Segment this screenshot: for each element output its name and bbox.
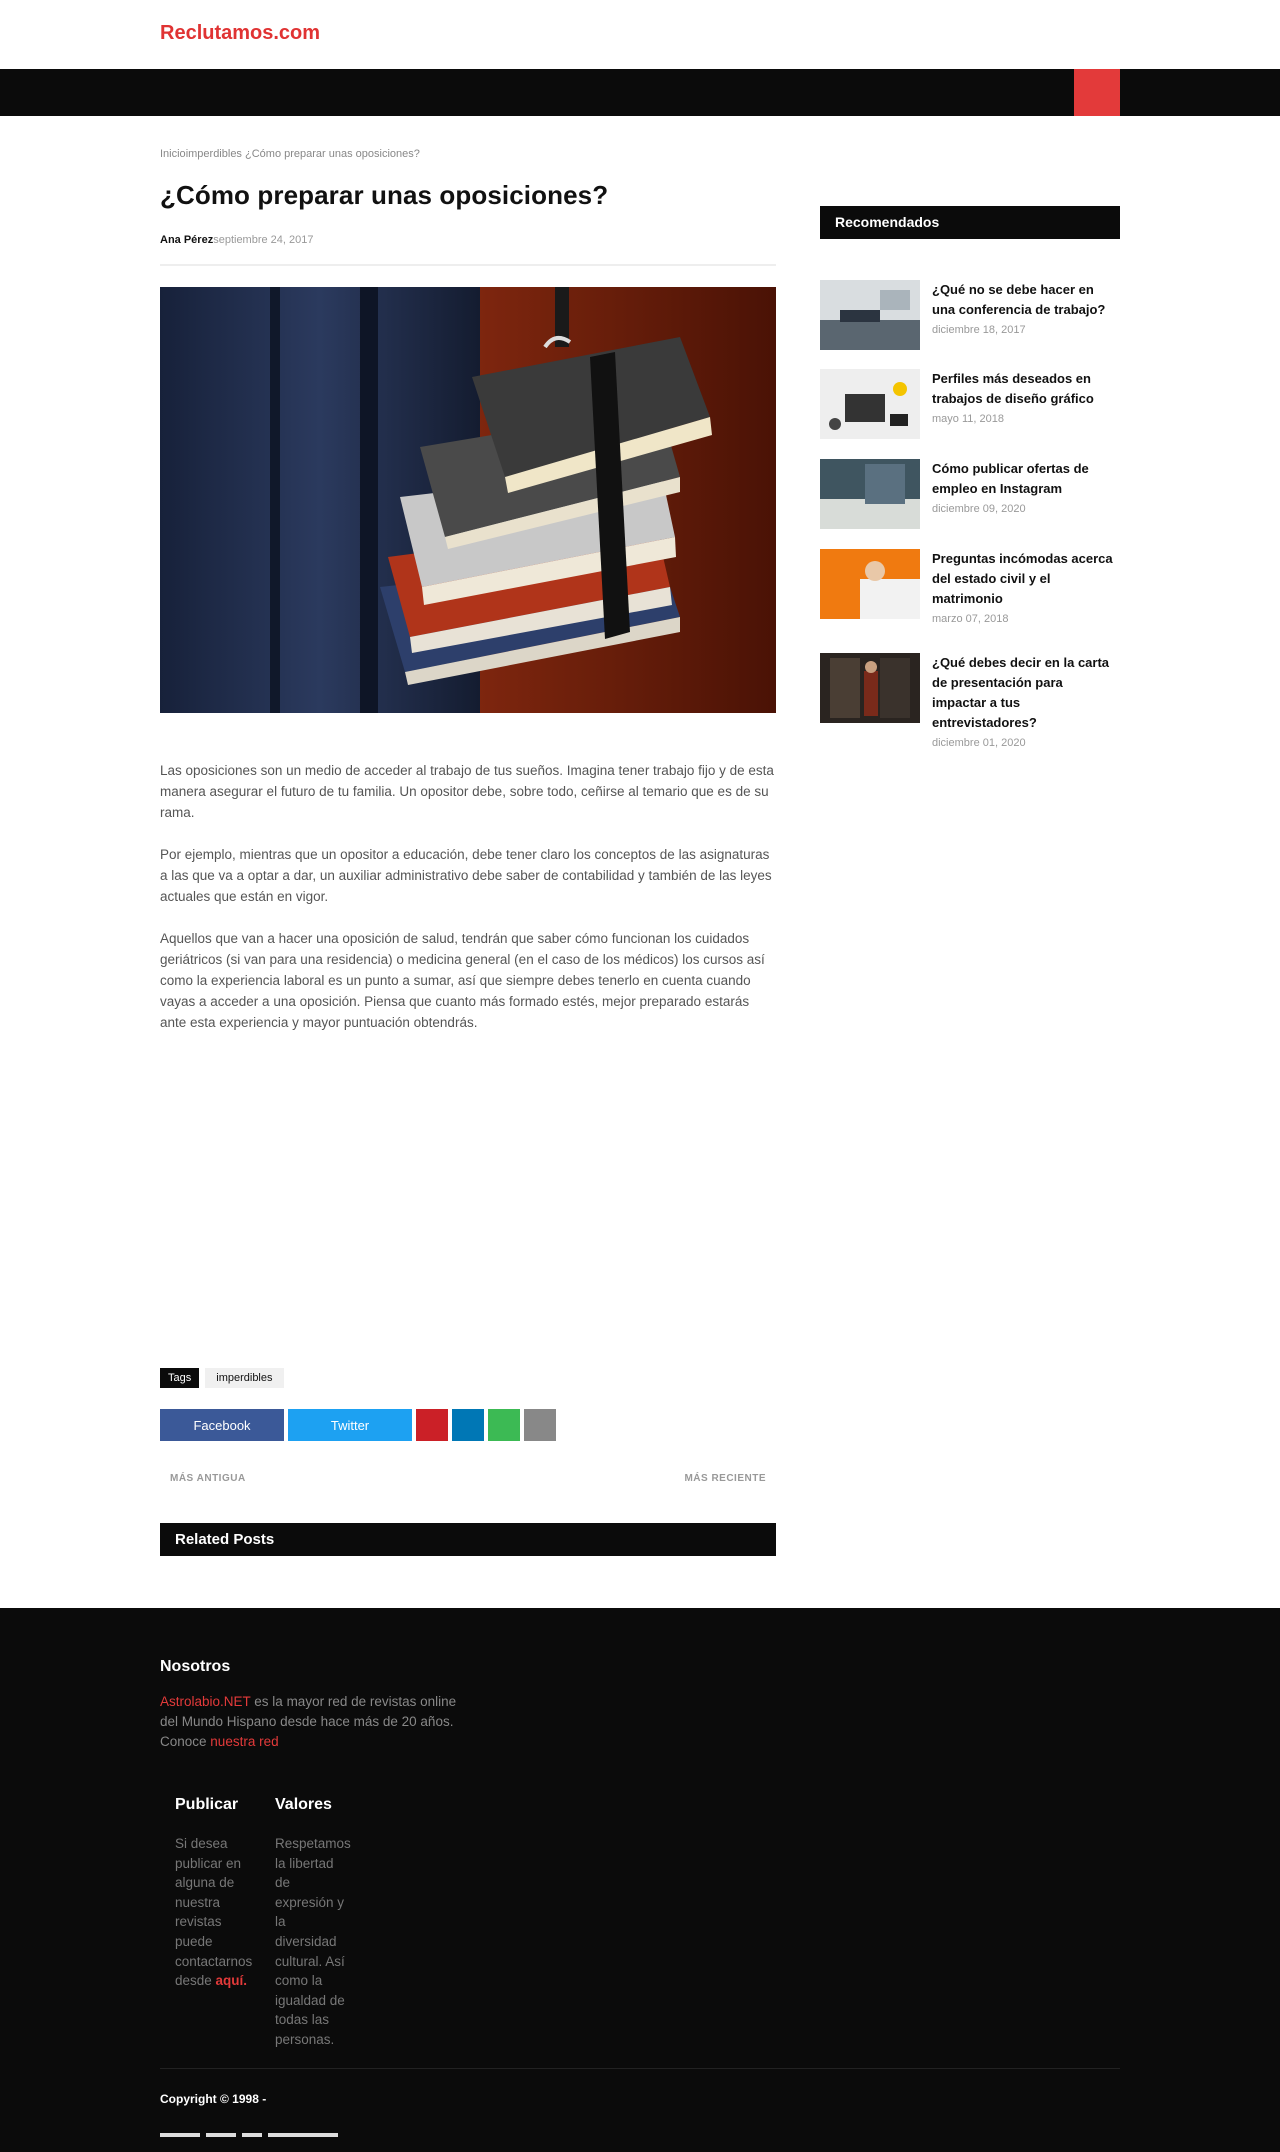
footer-divider xyxy=(160,2068,1120,2069)
share-email-button[interactable] xyxy=(524,1409,556,1441)
footer-valores-heading: Valores xyxy=(275,1796,332,1813)
sidebar-post-title[interactable]: ¿Qué no se debe hacer en una conferencia… xyxy=(932,280,1120,320)
tags-label: Tags xyxy=(160,1368,200,1388)
post-date: septiembre 24, 2017 xyxy=(213,234,314,246)
sidebar-post-title[interactable]: Perfiles más deseados en trabajos de dis… xyxy=(932,369,1120,409)
breadcrumb-home[interactable]: Inicio xyxy=(160,148,186,160)
footer-contact-link[interactable]: aquí. xyxy=(216,1973,248,1988)
search-toggle-button[interactable] xyxy=(1074,69,1120,116)
post-thumbnail[interactable] xyxy=(820,369,920,439)
breadcrumb-category[interactable]: imperdibles xyxy=(186,148,242,160)
footer-astrolabio-link[interactable]: Astrolabio.NET xyxy=(160,1694,251,1709)
site-logo[interactable]: Reclutamos.com xyxy=(160,22,320,45)
main-nav-bar xyxy=(0,69,1280,116)
share-twitter-button[interactable]: Twitter xyxy=(288,1409,412,1441)
footer-valores-text: Respetamos la libertad de expresión y la… xyxy=(275,1836,351,2047)
footer-about-text: Astrolabio.NET es la mayor red de revist… xyxy=(160,1692,460,1752)
footer-publicar-body: Si desea publicar en alguna de nuestra r… xyxy=(175,1836,253,1989)
older-post-link[interactable]: MÁS ANTIGUA xyxy=(170,1473,246,1484)
sidebar-heading: Recomendados xyxy=(820,206,1120,239)
breadcrumb-current: ¿Cómo preparar unas oposiciones? xyxy=(245,148,420,160)
share-linkedin-button[interactable] xyxy=(452,1409,484,1441)
sidebar-post-date: diciembre 18, 2017 xyxy=(932,324,1026,336)
site-footer: Nosotros Astrolabio.NET es la mayor red … xyxy=(0,1608,1280,2152)
post-thumbnail[interactable] xyxy=(820,280,920,350)
sidebar-post-title[interactable]: Cómo publicar ofertas de empleo en Insta… xyxy=(932,459,1120,499)
post-meta: Ana Pérezseptiembre 24, 2017 xyxy=(160,234,314,246)
sidebar-post-date: mayo 11, 2018 xyxy=(932,413,1004,425)
share-whatsapp-button[interactable] xyxy=(488,1409,520,1441)
sidebar-post-date: marzo 07, 2018 xyxy=(932,613,1009,625)
share-facebook-button[interactable]: Facebook xyxy=(160,1409,284,1441)
sidebar-post-title[interactable]: ¿Qué debes decir en la carta de presenta… xyxy=(932,653,1120,733)
breadcrumb: Inicioimperdibles ¿Cómo preparar unas op… xyxy=(160,148,420,160)
footer-network-link[interactable]: nuestra red xyxy=(210,1734,278,1749)
site-header: Reclutamos.com xyxy=(0,0,1280,69)
sidebar-post-title[interactable]: Preguntas incómodas acerca del estado ci… xyxy=(932,549,1120,609)
footer-conoce-text: Conoce xyxy=(160,1734,211,1749)
footer-copyright: Copyright © 1998 - xyxy=(160,2092,267,2106)
related-posts-heading: Related Posts xyxy=(160,1523,776,1556)
newer-post-link[interactable]: MÁS RECIENTE xyxy=(684,1473,766,1484)
tag-link[interactable]: imperdibles xyxy=(205,1368,284,1388)
footer-about-heading: Nosotros xyxy=(160,1658,231,1675)
meta-divider xyxy=(160,264,776,266)
footer-truncated-line xyxy=(160,2123,340,2137)
post-thumbnail[interactable] xyxy=(820,459,920,529)
post-paragraph: Aquellos que van a hacer una oposición d… xyxy=(160,931,765,1030)
post-thumbnail[interactable] xyxy=(820,549,920,619)
footer-publicar-text: Si desea publicar en alguna de nuestra r… xyxy=(175,1834,253,1991)
share-buttons: Facebook Twitter xyxy=(160,1409,556,1441)
post-author[interactable]: Ana Pérez xyxy=(160,234,213,246)
post-hero-image xyxy=(160,287,776,713)
post-paragraph: Por ejemplo, mientras que un opositor a … xyxy=(160,847,772,904)
sidebar-post-date: diciembre 01, 2020 xyxy=(932,737,1026,749)
footer-publicar-heading: Publicar xyxy=(175,1796,239,1813)
post-tags: Tags imperdibles xyxy=(160,1368,284,1388)
post-thumbnail[interactable] xyxy=(820,653,920,723)
sidebar-post-date: diciembre 09, 2020 xyxy=(932,503,1026,515)
post-body: Las oposiciones son un medio de acceder … xyxy=(160,760,776,1054)
post-paragraph: Las oposiciones son un medio de acceder … xyxy=(160,763,774,820)
share-pinterest-button[interactable] xyxy=(416,1409,448,1441)
page-title: ¿Cómo preparar unas oposiciones? xyxy=(160,180,609,210)
